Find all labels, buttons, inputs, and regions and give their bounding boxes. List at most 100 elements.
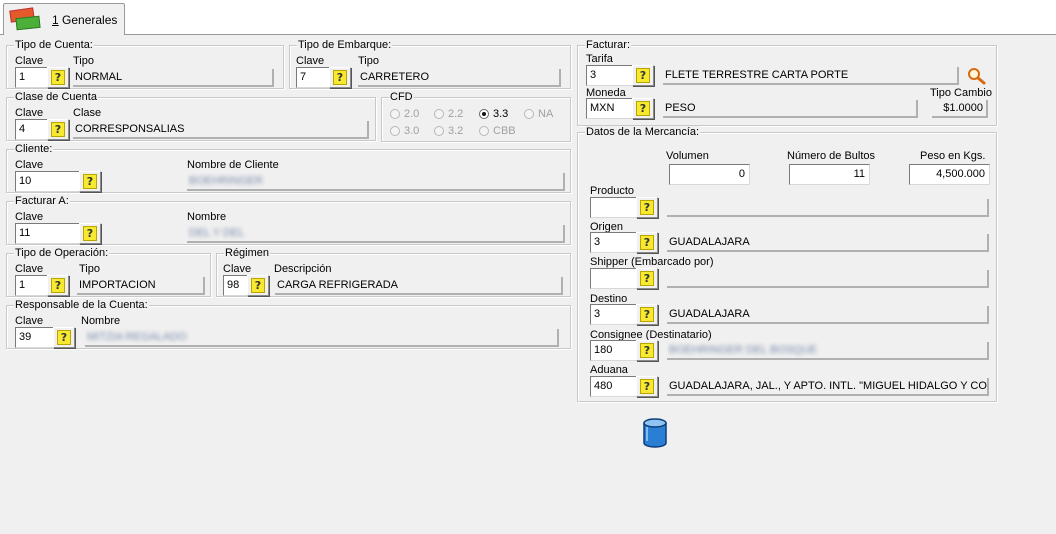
radio-icon [434, 109, 444, 119]
group-title: Tipo de Embarque: [297, 39, 393, 51]
cfd-option-3-3[interactable]: 3.3 [479, 108, 508, 120]
peso-label: Peso en Kgs. [920, 150, 986, 162]
tipo-cuenta-help-button[interactable]: ? [47, 67, 69, 88]
tipo-operacion-group: Tipo de Operación: Clave Tipo 1 ? IMPORT… [6, 247, 211, 297]
moneda-field: PESO [663, 100, 918, 118]
tipo-embarque-help-button[interactable]: ? [329, 67, 351, 88]
responsable-help-button[interactable]: ? [53, 327, 75, 348]
clase-label: Clase [73, 107, 102, 119]
peso-input[interactable]: 4,500.000 [909, 164, 990, 185]
origen-help-button[interactable]: ? [636, 232, 658, 253]
group-title: Tipo de Operación: [14, 247, 110, 259]
destino-clave-input[interactable]: 3 [590, 304, 642, 325]
cfd-option-3-0[interactable]: 3.0 [390, 125, 419, 137]
moneda-clave-input[interactable]: MXN [586, 98, 636, 119]
producto-help-button[interactable]: ? [636, 197, 658, 218]
regimen-group: Régimen Clave Descripción 98 ? CARGA REF… [216, 247, 571, 297]
question-icon: ? [640, 235, 654, 250]
question-icon: ? [57, 330, 71, 345]
cfd-option-3-2[interactable]: 3.2 [434, 125, 463, 137]
question-icon: ? [640, 200, 654, 215]
clave-label: Clave [15, 315, 44, 327]
destino-help-button[interactable]: ? [636, 304, 658, 325]
facturar-a-clave-input[interactable]: 11 [15, 223, 83, 244]
tipo-cambio-field: $1.0000 [932, 100, 988, 118]
cliente-help-button[interactable]: ? [79, 171, 101, 192]
clave-label: Clave [15, 263, 44, 275]
tipo-embarque-tipo-field: CARRETERO [358, 69, 561, 87]
question-icon: ? [333, 70, 347, 85]
aduana-clave-input[interactable]: 480 [590, 376, 642, 397]
cliente-nombre-field: BOEHRINGER [187, 173, 565, 191]
radio-label: NA [538, 108, 554, 120]
facturar-a-help-button[interactable]: ? [79, 223, 101, 244]
cliente-clave-input[interactable]: 10 [15, 171, 83, 192]
group-title: Datos de la Mercancía: [585, 126, 701, 138]
consignee-text: BOEHRINGER DEL BOSQUE [669, 344, 818, 356]
cfd-option-na[interactable]: NA [524, 108, 553, 120]
aduana-help-button[interactable]: ? [636, 376, 658, 397]
clase-cuenta-help-button[interactable]: ? [47, 119, 69, 140]
radio-icon [390, 126, 400, 136]
question-icon: ? [251, 278, 265, 293]
shipper-clave-input[interactable] [590, 268, 642, 289]
question-icon: ? [83, 226, 97, 241]
origen-clave-input[interactable]: 3 [590, 232, 642, 253]
volumen-label: Volumen [666, 150, 709, 162]
producto-field [667, 199, 989, 217]
facturar-a-nombre-text: DEL Y DEL [189, 227, 245, 239]
tipo-operacion-help-button[interactable]: ? [47, 275, 69, 296]
nombre-label: Nombre de Cliente [187, 159, 279, 171]
cards-icon [8, 6, 44, 33]
cliente-group: Cliente: Clave Nombre de Cliente 10 ? BO… [6, 143, 571, 193]
question-icon: ? [51, 122, 65, 137]
tarifa-field: FLETE TERRESTRE CARTA PORTE [663, 67, 959, 85]
clave-label: Clave [15, 211, 44, 223]
producto-clave-input[interactable] [590, 197, 642, 218]
nombre-label: Nombre [81, 315, 121, 327]
cfd-option-cbb[interactable]: CBB [479, 125, 516, 137]
consignee-field: BOEHRINGER DEL BOSQUE [667, 342, 989, 360]
group-title: Tipo de Cuenta: [14, 39, 94, 51]
volumen-input[interactable]: 0 [669, 164, 750, 185]
group-title: Facturar: [585, 39, 632, 51]
cliente-nombre-text: BOEHRINGER [189, 175, 263, 187]
group-title: Cliente: [14, 143, 54, 155]
tab-generales[interactable]: 1 Generales [3, 3, 125, 35]
database-button[interactable] [642, 417, 668, 449]
radio-icon [390, 109, 400, 119]
tab-strip: 1 Generales [0, 0, 1056, 35]
origen-field: GUADALAJARA [667, 234, 989, 252]
radio-label: 3.3 [493, 108, 509, 120]
clave-label: Clave [15, 159, 44, 171]
shipper-help-button[interactable]: ? [636, 268, 658, 289]
tarifa-help-button[interactable]: ? [632, 65, 654, 86]
question-icon: ? [636, 68, 650, 83]
descripcion-label: Descripción [274, 263, 332, 275]
database-icon [643, 418, 667, 448]
search-tarifa-button[interactable] [967, 67, 987, 85]
regimen-help-button[interactable]: ? [247, 275, 269, 296]
cfd-option-2-2[interactable]: 2.2 [434, 108, 463, 120]
question-icon: ? [51, 70, 65, 85]
clase-cuenta-group: Clase de Cuenta Clave Clase 4 ? CORRESPO… [6, 91, 376, 141]
tipo-label: Tipo [358, 55, 379, 67]
generales-panel: Tipo de Cuenta: Clave Tipo 1 ? NORMAL Ti… [0, 34, 1056, 534]
cfd-option-2-0[interactable]: 2.0 [390, 108, 419, 120]
moneda-help-button[interactable]: ? [632, 98, 654, 119]
bultos-input[interactable]: 11 [789, 164, 870, 185]
consignee-help-button[interactable]: ? [636, 340, 658, 361]
consignee-clave-input[interactable]: 180 [590, 340, 642, 361]
bultos-label: Número de Bultos [787, 150, 876, 162]
tarifa-clave-input[interactable]: 3 [586, 65, 636, 86]
facturar-a-nombre-field: DEL Y DEL [187, 225, 565, 243]
radio-label: 3.0 [404, 125, 420, 137]
tab-label: 1 Generales [52, 12, 118, 27]
question-icon: ? [636, 101, 650, 116]
cfd-group: CFD 2.0 2.2 3.3 NA 3.0 3.2 CBB [381, 91, 571, 142]
clave-label: Clave [296, 55, 325, 67]
group-title: Clase de Cuenta [14, 91, 98, 103]
shipper-field [667, 270, 989, 288]
radio-label: 3.2 [448, 125, 464, 137]
magnifier-icon [968, 68, 986, 85]
